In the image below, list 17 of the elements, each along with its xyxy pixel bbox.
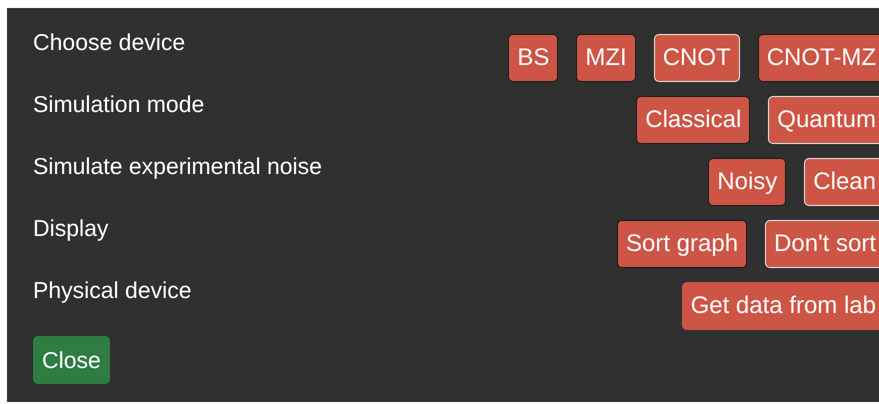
- close-button[interactable]: Close: [33, 336, 110, 384]
- option-button[interactable]: Quantum: [768, 96, 879, 144]
- option-button[interactable]: MZI: [576, 34, 636, 82]
- option-button[interactable]: Sort graph: [616, 220, 748, 268]
- option-button[interactable]: Noisy: [708, 158, 786, 206]
- setting-label: Simulation mode: [33, 90, 204, 119]
- setting-label: Physical device: [33, 276, 192, 305]
- setting-label: Choose device: [33, 28, 186, 57]
- option-button[interactable]: CNOT: [654, 34, 740, 82]
- option-button[interactable]: BS: [508, 34, 558, 82]
- setting-label: Display: [33, 214, 108, 243]
- option-button[interactable]: Don't sort: [765, 220, 879, 268]
- option-button[interactable]: Clean: [804, 158, 879, 206]
- option-button[interactable]: Classical: [636, 96, 750, 144]
- setting-label: Simulate experimental noise: [33, 152, 322, 181]
- option-button[interactable]: Get data from lab: [682, 282, 879, 330]
- option-button[interactable]: CNOT-MZ: [758, 34, 879, 82]
